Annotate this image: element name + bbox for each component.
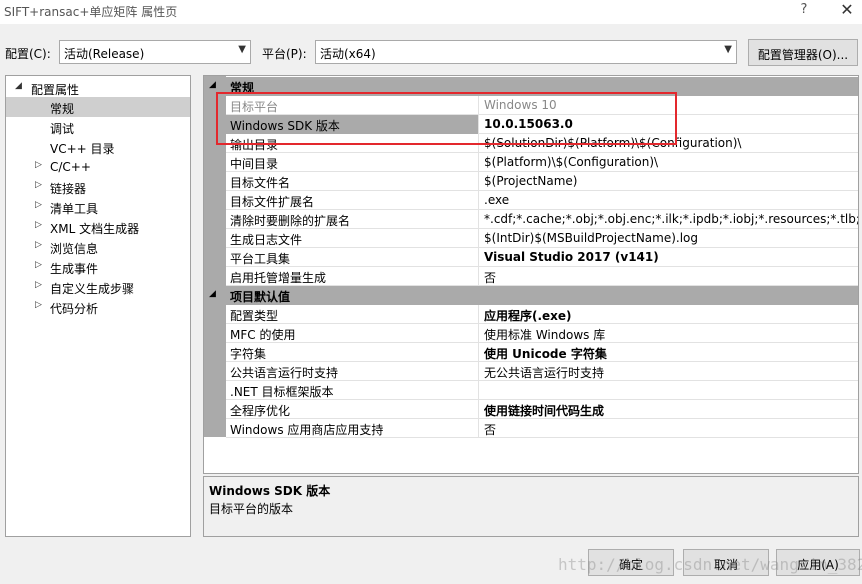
collapsed-arrow-icon[interactable]: ▷	[35, 220, 42, 230]
property-name: 配置类型	[226, 305, 479, 324]
property-value[interactable]: $(ProjectName)	[480, 172, 858, 191]
property-row[interactable]: 字符集 使用 Unicode 字符集	[226, 343, 858, 362]
property-name: Windows SDK 版本	[226, 115, 479, 134]
property-value[interactable]: .exe	[480, 191, 858, 210]
grid-gutter	[204, 76, 226, 437]
property-name: 清除时要删除的扩展名	[226, 210, 479, 229]
collapsed-arrow-icon[interactable]: ▷	[35, 260, 42, 270]
property-row[interactable]: 启用托管增量生成 否	[226, 267, 858, 286]
property-grid: ◢ 常规 目标平台 Windows 10 Windows SDK 版本 10.0…	[203, 75, 859, 474]
property-value[interactable]: $(SolutionDir)$(Platform)\$(Configuratio…	[480, 134, 858, 153]
property-value[interactable]: 使用标准 Windows 库	[480, 324, 858, 343]
chevron-down-icon: ▼	[724, 44, 732, 55]
property-row[interactable]: 配置类型 应用程序(.exe)	[226, 305, 858, 324]
tree-item-linker[interactable]: ▷ 链接器	[6, 177, 190, 197]
config-manager-button[interactable]: 配置管理器(O)...	[748, 39, 858, 66]
property-row[interactable]: 公共语言运行时支持 无公共语言运行时支持	[226, 362, 858, 381]
collapsed-arrow-icon[interactable]: ▷	[35, 200, 42, 210]
property-row[interactable]: 清除时要删除的扩展名 *.cdf;*.cache;*.obj;*.obj.enc…	[226, 210, 858, 229]
window-title: SIFT+ransac+单应矩阵 属性页	[4, 5, 178, 19]
collapsed-arrow-icon[interactable]: ▷	[35, 280, 42, 290]
platform-value: 活动(x64)	[320, 47, 376, 61]
config-value: 活动(Release)	[64, 47, 145, 61]
property-name: 目标平台	[226, 96, 479, 115]
collapsed-arrow-icon[interactable]: ▷	[35, 300, 42, 310]
config-dropdown[interactable]: 活动(Release) ▼	[59, 40, 251, 64]
property-name: MFC 的使用	[226, 324, 479, 343]
tree-item-custom-build-step[interactable]: ▷ 自定义生成步骤	[6, 277, 190, 297]
property-row[interactable]: .NET 目标框架版本	[226, 381, 858, 400]
description-text: 目标平台的版本	[209, 502, 294, 516]
property-name: 公共语言运行时支持	[226, 362, 479, 381]
property-name: 平台工具集	[226, 248, 479, 267]
property-tree: ◢ 配置属性 常规 调试 VC++ 目录 ▷ C/C++ ▷ 链接器 ▷ 清单工…	[5, 75, 191, 537]
property-value[interactable]: *.cdf;*.cache;*.obj;*.obj.enc;*.ilk;*.ip…	[480, 210, 858, 229]
property-row[interactable]: 目标文件扩展名 .exe	[226, 191, 858, 210]
property-name: .NET 目标框架版本	[226, 381, 479, 400]
chevron-down-icon: ▼	[238, 44, 246, 55]
property-name: 输出目录	[226, 134, 479, 153]
title-bar: SIFT+ransac+单应矩阵 属性页 ? ✕	[0, 0, 862, 24]
property-name: 全程序优化	[226, 400, 479, 419]
property-row[interactable]: 目标平台 Windows 10	[226, 96, 858, 115]
collapsed-arrow-icon[interactable]: ▷	[35, 160, 42, 170]
property-name: Windows 应用商店应用支持	[226, 419, 479, 438]
property-row[interactable]: 全程序优化 使用链接时间代码生成	[226, 400, 858, 419]
property-row[interactable]: 目标文件名 $(ProjectName)	[226, 172, 858, 191]
collapsed-arrow-icon[interactable]: ▷	[35, 180, 42, 190]
tree-item-build-events[interactable]: ▷ 生成事件	[6, 257, 190, 277]
cancel-button[interactable]: 取消	[683, 549, 769, 576]
expanded-arrow-icon[interactable]: ◢	[15, 81, 22, 91]
description-panel: Windows SDK 版本 目标平台的版本	[203, 476, 859, 537]
property-name: 字符集	[226, 343, 479, 362]
property-value[interactable]: 无公共语言运行时支持	[480, 362, 858, 381]
property-value[interactable]: 使用链接时间代码生成	[480, 400, 858, 419]
tree-item-manifest-tool[interactable]: ▷ 清单工具	[6, 197, 190, 217]
property-value[interactable]: 否	[480, 419, 858, 438]
platform-dropdown[interactable]: 活动(x64) ▼	[315, 40, 737, 64]
tree-root-config-properties[interactable]: ◢ 配置属性	[6, 78, 190, 98]
description-title: Windows SDK 版本	[209, 484, 331, 498]
property-row[interactable]: 生成日志文件 $(IntDir)$(MSBuildProjectName).lo…	[226, 229, 858, 248]
property-row[interactable]: Windows 应用商店应用支持 否	[226, 419, 858, 438]
property-value[interactable]: 使用 Unicode 字符集	[480, 343, 858, 362]
tree-item-xml-doc-generator[interactable]: ▷ XML 文档生成器	[6, 217, 190, 237]
ok-button[interactable]: 确定	[588, 549, 674, 576]
property-value[interactable]: $(Platform)\$(Configuration)\	[480, 153, 858, 172]
property-value[interactable]	[480, 381, 858, 400]
tree-item-browse-info[interactable]: ▷ 浏览信息	[6, 237, 190, 257]
apply-button[interactable]: 应用(A)	[776, 549, 860, 576]
category-project-defaults[interactable]: ◢ 项目默认值	[204, 286, 858, 305]
property-row[interactable]: 输出目录 $(SolutionDir)$(Platform)\$(Configu…	[226, 134, 858, 153]
close-icon[interactable]: ✕	[836, 0, 858, 19]
property-row[interactable]: MFC 的使用 使用标准 Windows 库	[226, 324, 858, 343]
property-name: 中间目录	[226, 153, 479, 172]
collapse-icon[interactable]: ◢	[209, 80, 216, 90]
property-row[interactable]: 平台工具集 Visual Studio 2017 (v141)	[226, 248, 858, 267]
tree-item-general[interactable]: 常规	[6, 97, 190, 117]
collapse-icon[interactable]: ◢	[209, 289, 216, 299]
property-name: 目标文件名	[226, 172, 479, 191]
property-value[interactable]: 应用程序(.exe)	[480, 305, 858, 324]
platform-label: 平台(P):	[262, 47, 307, 61]
tree-item-vc-directories[interactable]: VC++ 目录	[6, 137, 190, 157]
help-icon[interactable]: ?	[796, 2, 812, 17]
category-general[interactable]: ◢ 常规	[204, 77, 858, 96]
property-value[interactable]: 10.0.15063.0	[480, 115, 858, 134]
tree-item-code-analysis[interactable]: ▷ 代码分析	[6, 297, 190, 317]
property-value[interactable]: 否	[480, 267, 858, 286]
property-value[interactable]: $(IntDir)$(MSBuildProjectName).log	[480, 229, 858, 248]
property-row-selected[interactable]: Windows SDK 版本 10.0.15063.0	[226, 115, 858, 134]
collapsed-arrow-icon[interactable]: ▷	[35, 240, 42, 250]
property-name: 目标文件扩展名	[226, 191, 479, 210]
tree-item-c-cpp[interactable]: ▷ C/C++	[6, 157, 190, 177]
tree-item-debugging[interactable]: 调试	[6, 117, 190, 137]
config-label: 配置(C):	[5, 47, 51, 61]
property-value[interactable]: Visual Studio 2017 (v141)	[480, 248, 858, 267]
property-name: 启用托管增量生成	[226, 267, 479, 286]
property-value[interactable]: Windows 10	[480, 96, 858, 115]
property-row[interactable]: 中间目录 $(Platform)\$(Configuration)\	[226, 153, 858, 172]
property-name: 生成日志文件	[226, 229, 479, 248]
